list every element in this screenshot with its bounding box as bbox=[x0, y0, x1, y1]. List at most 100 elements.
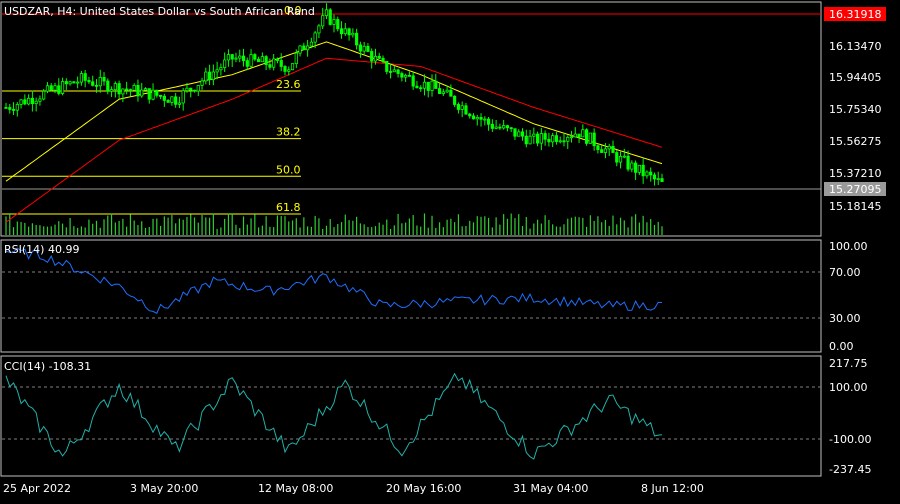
candle-body bbox=[328, 9, 332, 25]
volume-bar bbox=[318, 218, 320, 235]
volume-bar bbox=[416, 225, 418, 235]
volume-bar bbox=[201, 215, 203, 235]
candle-body bbox=[351, 32, 355, 36]
volume-bar bbox=[518, 214, 520, 235]
price-axis-label: 15.37210 bbox=[829, 167, 882, 180]
candle-body bbox=[592, 132, 596, 147]
volume-bar bbox=[389, 228, 392, 235]
volume-bar bbox=[348, 220, 350, 235]
candle-body bbox=[181, 90, 185, 104]
trading-chart[interactable]: 0.0 23.6 38.2 50.0 61.8 USDZAR, H4: United S… bbox=[0, 0, 900, 500]
candle-body bbox=[79, 73, 84, 83]
volume-bar bbox=[465, 226, 467, 235]
rsi-axis-label: 100.00 bbox=[829, 240, 868, 253]
candle-body bbox=[256, 58, 261, 63]
cci-label: CCI(14) -108.31 bbox=[4, 360, 91, 373]
candle-body bbox=[615, 152, 619, 163]
volume-bar bbox=[88, 219, 90, 235]
volume-bar bbox=[257, 227, 260, 235]
volume-bar bbox=[310, 226, 312, 235]
volume-bar bbox=[555, 226, 558, 235]
fibonacci-retracement[interactable]: 0.023.638.250.061.8 bbox=[2, 4, 302, 215]
candle-body bbox=[226, 54, 231, 61]
candle-body bbox=[143, 88, 148, 91]
volume-bar bbox=[631, 216, 633, 235]
volume-bar bbox=[525, 216, 527, 235]
candle-body bbox=[174, 96, 178, 105]
candle-body bbox=[475, 117, 479, 120]
volume-bar bbox=[536, 219, 539, 235]
candle-body bbox=[547, 138, 551, 143]
volume-bar bbox=[619, 217, 622, 235]
candle-body bbox=[238, 55, 242, 59]
candle-body bbox=[306, 45, 310, 51]
volume-bar bbox=[20, 221, 22, 235]
volume-bar bbox=[291, 220, 294, 235]
rsi-label: RSI(14) 40.99 bbox=[4, 243, 79, 256]
candle-body bbox=[660, 178, 664, 182]
rsi-axis-label: 0.00 bbox=[829, 340, 854, 353]
volume-bar bbox=[224, 218, 226, 235]
candle-body bbox=[189, 87, 193, 91]
candle-body bbox=[437, 88, 442, 94]
volume-bar bbox=[480, 216, 482, 235]
volume-bar bbox=[208, 217, 211, 235]
candle-body bbox=[136, 84, 140, 97]
volume-bar bbox=[642, 215, 644, 235]
candle-body bbox=[453, 95, 457, 105]
volume-bar bbox=[450, 218, 452, 235]
candle-body bbox=[102, 76, 106, 82]
volume-bar bbox=[212, 213, 214, 235]
candle-body bbox=[177, 102, 182, 105]
candle-body bbox=[294, 52, 298, 64]
price-axis-label: 15.94405 bbox=[829, 71, 882, 84]
candle-body bbox=[72, 81, 76, 84]
volume-bar bbox=[110, 213, 113, 235]
volume-bar bbox=[148, 227, 150, 235]
volume-bar bbox=[469, 220, 471, 235]
candle-body bbox=[132, 84, 136, 91]
candle-body bbox=[147, 88, 151, 100]
volume-bar bbox=[608, 226, 610, 235]
candle-body bbox=[223, 59, 227, 68]
candle-body bbox=[600, 149, 604, 153]
volume-bar bbox=[582, 217, 584, 235]
candle-body bbox=[471, 115, 476, 120]
candle-body bbox=[121, 88, 125, 95]
candle-body bbox=[309, 41, 313, 47]
volume-bar bbox=[431, 215, 433, 235]
time-axis-label: 8 Jun 12:00 bbox=[641, 482, 704, 495]
volume-bar bbox=[69, 218, 71, 235]
candle-body bbox=[532, 133, 536, 137]
candle-body bbox=[272, 58, 276, 68]
volume-bar bbox=[393, 225, 395, 235]
candle-body bbox=[385, 60, 389, 72]
time-axis[interactable]: 25 Apr 2022 3 May 20:00 12 May 08:00 20 … bbox=[3, 482, 704, 495]
volume-bar bbox=[141, 221, 143, 235]
volume-bar bbox=[627, 227, 629, 235]
candle-body bbox=[192, 89, 197, 92]
volume-bar bbox=[514, 218, 516, 235]
candle-body bbox=[388, 71, 393, 73]
chart-canvas[interactable]: 0.023.638.250.061.8 USDZAR, H4: United S… bbox=[0, 0, 900, 500]
volume-bar bbox=[95, 220, 98, 235]
candle-body bbox=[551, 135, 555, 143]
candle-body bbox=[268, 64, 272, 68]
volume-bar bbox=[299, 227, 301, 235]
volume-bar bbox=[114, 222, 116, 235]
candle-body bbox=[486, 118, 491, 125]
candle-body bbox=[569, 136, 574, 139]
candle-body bbox=[502, 125, 506, 129]
volume-bar bbox=[156, 218, 158, 235]
candle-body bbox=[649, 171, 653, 176]
candle-body bbox=[158, 94, 163, 97]
volume-bar bbox=[163, 216, 165, 235]
candle-body bbox=[83, 73, 87, 81]
volume-bar bbox=[144, 227, 147, 235]
candle-body bbox=[517, 131, 521, 137]
candle-body bbox=[91, 81, 95, 86]
candle-body bbox=[234, 57, 238, 60]
candle-body bbox=[509, 127, 513, 130]
candle-body bbox=[479, 117, 483, 120]
volume-bar bbox=[182, 219, 184, 235]
